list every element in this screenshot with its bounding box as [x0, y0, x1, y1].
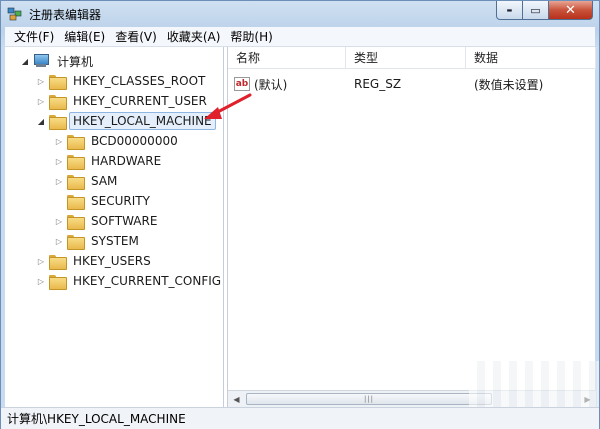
client-area: ◢ 计算机 ▷ HKEY_CLASSES_ROOT ▷ HKEY_CURRENT… [5, 47, 596, 407]
close-button[interactable]: ✕ [549, 1, 593, 20]
tree-node-hku[interactable]: ▷ HKEY_USERS [35, 251, 155, 271]
menu-bar: 文件(F) 编辑(E) 查看(V) 收藏夹(A) 帮助(H) [5, 27, 595, 47]
tree-node-computer[interactable]: ◢ 计算机 [19, 51, 97, 71]
expand-arrow-icon[interactable]: ▷ [35, 75, 47, 87]
key-tree-pane[interactable]: ◢ 计算机 ▷ HKEY_CLASSES_ROOT ▷ HKEY_CURRENT… [5, 47, 224, 407]
folder-icon [67, 154, 85, 170]
expand-arrow-icon[interactable]: ▷ [53, 175, 65, 187]
tree-node-hklm[interactable]: ◢ HKEY_LOCAL_MACHINE [35, 111, 216, 131]
watermark-overlay [469, 361, 599, 407]
menu-help[interactable]: 帮助(H) [225, 28, 277, 45]
menu-favorites[interactable]: 收藏夹(A) [162, 28, 226, 45]
tree-node-label: SAM [91, 174, 118, 188]
status-path: 计算机\HKEY_LOCAL_MACHINE [7, 412, 186, 426]
tree-node-label: HKEY_CLASSES_ROOT [73, 74, 206, 88]
expand-arrow-icon[interactable]: ▷ [35, 255, 47, 267]
tree-node-label: HKEY_LOCAL_MACHINE [69, 112, 216, 130]
expand-arrow-icon[interactable]: ▷ [35, 95, 47, 107]
tree-node-label: SYSTEM [91, 234, 139, 248]
folder-icon [49, 274, 67, 290]
menu-edit[interactable]: 编辑(E) [59, 28, 110, 45]
folder-icon [67, 134, 85, 150]
no-arrow [53, 195, 65, 207]
registry-editor-window: 注册表编辑器 ▬ ▭ ✕ 文件(F) 编辑(E) 查看(V) 收藏夹(A) 帮助… [0, 0, 600, 429]
scroll-thumb[interactable]: ||| [246, 393, 492, 405]
tree-node-hkcu[interactable]: ▷ HKEY_CURRENT_USER [35, 91, 211, 111]
folder-icon [67, 214, 85, 230]
computer-icon [33, 54, 49, 68]
value-data: (数值未设置) [474, 77, 544, 92]
tree-node-label: SECURITY [91, 194, 150, 208]
window-title: 注册表编辑器 [29, 8, 102, 22]
tree-node-hardware[interactable]: ▷ HARDWARE [53, 151, 165, 171]
folder-icon [49, 74, 67, 90]
value-name: (默认) [254, 77, 288, 92]
expand-arrow-icon[interactable]: ▷ [53, 215, 65, 227]
tree-node-sam[interactable]: ▷ SAM [53, 171, 121, 191]
expand-arrow-icon[interactable]: ▷ [35, 275, 47, 287]
tree-node-label: HKEY_CURRENT_USER [73, 94, 207, 108]
tree-node-system[interactable]: ▷ SYSTEM [53, 231, 143, 251]
tree-node-security[interactable]: SECURITY [53, 191, 154, 211]
collapse-arrow-icon[interactable]: ◢ [19, 55, 31, 67]
status-bar: 计算机\HKEY_LOCAL_MACHINE [1, 407, 599, 429]
tree-node-hkcr[interactable]: ▷ HKEY_CLASSES_ROOT [35, 71, 209, 91]
tree-node-bcd[interactable]: ▷ BCD00000000 [53, 131, 182, 151]
tree-node-hkcc[interactable]: ▷ HKEY_CURRENT_CONFIG [35, 271, 225, 291]
tree-node-label: BCD00000000 [91, 134, 178, 148]
folder-icon [67, 194, 85, 210]
title-bar[interactable]: 注册表编辑器 ▬ ▭ ✕ [1, 1, 599, 27]
collapse-arrow-icon[interactable]: ◢ [35, 115, 47, 127]
window-controls: ▬ ▭ ✕ [496, 1, 593, 20]
column-header-data[interactable]: 数据 [466, 47, 596, 69]
maximize-button[interactable]: ▭ [523, 1, 549, 20]
folder-open-icon [49, 114, 67, 130]
expand-arrow-icon[interactable]: ▷ [53, 135, 65, 147]
folder-icon [67, 174, 85, 190]
tree-node-label: SOFTWARE [91, 214, 158, 228]
folder-icon [49, 94, 67, 110]
menu-view[interactable]: 查看(V) [110, 28, 162, 45]
tree-node-software[interactable]: ▷ SOFTWARE [53, 211, 161, 231]
expand-arrow-icon[interactable]: ▷ [53, 235, 65, 247]
scroll-left-icon[interactable]: ◀ [228, 391, 245, 407]
value-type: REG_SZ [354, 77, 402, 91]
tree-node-label: HKEY_USERS [73, 254, 151, 268]
annotation-arrow-icon [204, 93, 252, 119]
tree-node-label: HKEY_CURRENT_CONFIG [73, 274, 222, 288]
tree-node-label: 计算机 [57, 54, 94, 69]
folder-icon [67, 234, 85, 250]
column-header-type[interactable]: 类型 [346, 47, 466, 69]
minimize-button[interactable]: ▬ [496, 1, 523, 20]
expand-arrow-icon[interactable]: ▷ [53, 155, 65, 167]
menu-file[interactable]: 文件(F) [9, 28, 59, 45]
folder-icon [49, 254, 67, 270]
column-header-name[interactable]: 名称 [228, 47, 346, 69]
values-list-pane[interactable]: 名称 类型 数据 ab (默认) REG_SZ (数值未设置) ◀ ||| ▶ [227, 47, 596, 407]
tree-node-label: HARDWARE [91, 154, 162, 168]
registry-app-icon [7, 7, 22, 21]
